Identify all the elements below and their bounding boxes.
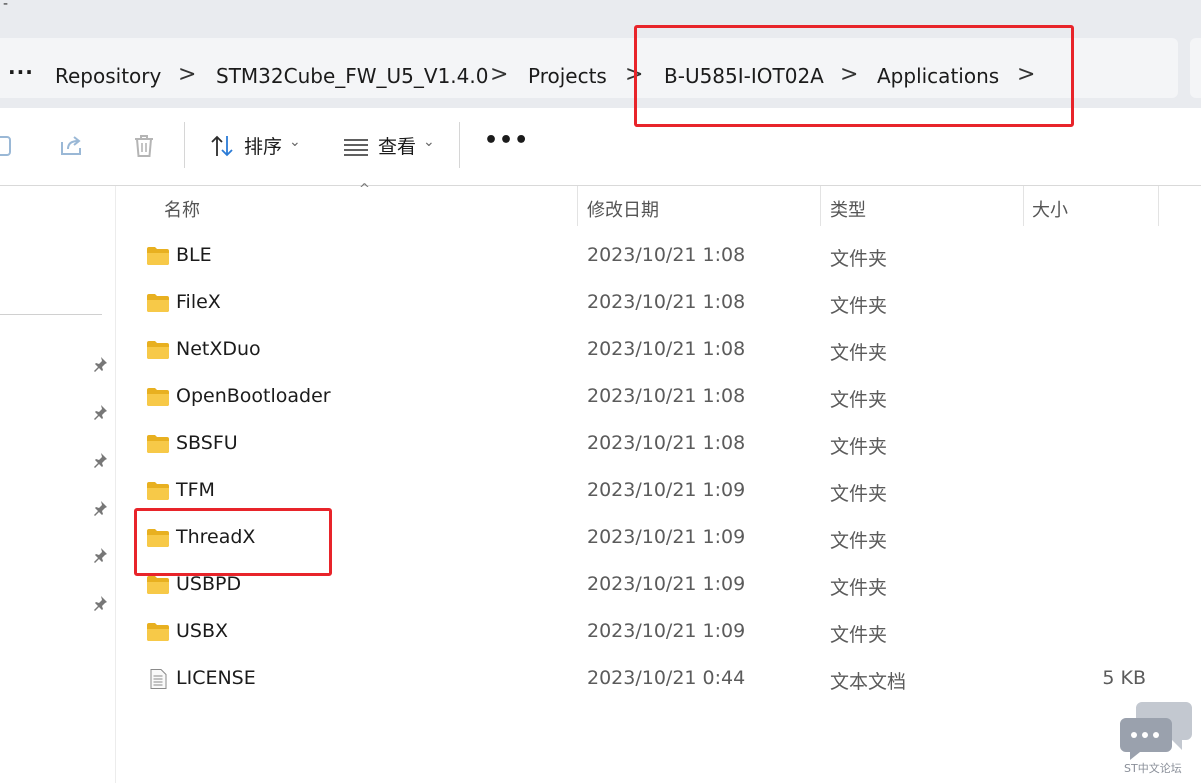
file-type: 文件夹 <box>830 624 888 646</box>
text-file-icon <box>150 669 167 689</box>
nav-divider <box>0 314 102 315</box>
file-name[interactable]: LICENSE <box>176 667 256 689</box>
folder-icon <box>147 435 169 453</box>
column-name[interactable]: 名称 <box>164 196 200 222</box>
column-date-modified[interactable]: 修改日期 <box>587 196 659 222</box>
title-bar: - <box>0 0 1201 28</box>
file-row[interactable]: LICENSE 2023/10/21 0:44 文本文档 5 KB <box>140 657 1160 701</box>
file-date-modified: 2023/10/21 0:44 <box>587 667 746 689</box>
column-divider[interactable] <box>1023 186 1024 226</box>
file-name[interactable]: SBSFU <box>176 432 238 454</box>
watermark-logo: ST中文论坛 <box>1118 698 1198 778</box>
file-date-modified: 2023/10/21 1:09 <box>587 479 746 501</box>
toolbar-divider <box>459 122 460 168</box>
file-date-modified: 2023/10/21 1:08 <box>587 338 746 360</box>
sort-ascending-icon: ^ <box>359 182 370 197</box>
breadcrumb-more-button[interactable]: ··· <box>8 60 34 84</box>
file-row[interactable]: FileX 2023/10/21 1:08 文件夹 <box>140 281 1160 325</box>
sort-button[interactable]: 排序 <box>244 132 282 159</box>
file-name[interactable]: BLE <box>176 244 212 266</box>
pin-icon[interactable] <box>92 500 108 516</box>
folder-icon <box>147 623 169 641</box>
toolbar-divider <box>184 122 185 168</box>
file-name[interactable]: USBX <box>176 620 228 642</box>
chevron-right-icon[interactable]: > <box>178 62 196 87</box>
file-size: 5 KB <box>1102 667 1146 689</box>
watermark-text: ST中文论坛 <box>1124 762 1182 775</box>
file-row[interactable]: BLE 2023/10/21 1:08 文件夹 <box>140 234 1160 278</box>
sort-icon[interactable] <box>208 132 236 160</box>
file-type: 文件夹 <box>830 389 888 411</box>
share-icon[interactable] <box>58 132 86 160</box>
file-row[interactable]: OpenBootloader 2023/10/21 1:08 文件夹 <box>140 375 1160 419</box>
partial-icon[interactable] <box>0 132 20 160</box>
column-size[interactable]: 大小 <box>1032 196 1068 222</box>
folder-icon <box>147 482 169 500</box>
file-row[interactable]: USBX 2023/10/21 1:09 文件夹 <box>140 610 1160 654</box>
pin-icon[interactable] <box>92 595 108 611</box>
file-name[interactable]: TFM <box>176 479 215 501</box>
column-divider[interactable] <box>577 186 578 226</box>
navigation-pane[interactable] <box>0 186 116 783</box>
file-name[interactable]: USBPD <box>176 573 241 595</box>
title-dash: - <box>3 0 9 12</box>
file-type: 文本文档 <box>830 671 907 693</box>
more-options-button[interactable]: ••• <box>484 128 529 153</box>
column-type[interactable]: 类型 <box>830 196 866 222</box>
file-type: 文件夹 <box>830 295 888 317</box>
highlight-box-breadcrumb <box>634 25 1074 127</box>
file-name[interactable]: FileX <box>176 291 221 313</box>
breadcrumb-item-stm32cube[interactable]: STM32Cube_FW_U5_V1.4.0 <box>216 64 488 88</box>
file-date-modified: 2023/10/21 1:09 <box>587 526 746 548</box>
file-type: 文件夹 <box>830 342 888 364</box>
breadcrumb-item-repository[interactable]: Repository <box>55 64 161 88</box>
file-date-modified: 2023/10/21 1:09 <box>587 620 746 642</box>
breadcrumb-item-projects[interactable]: Projects <box>528 64 607 88</box>
file-type: 文件夹 <box>830 483 888 505</box>
pin-icon[interactable] <box>92 404 108 420</box>
file-type: 文件夹 <box>830 530 888 552</box>
folder-icon <box>147 247 169 265</box>
folder-icon <box>147 576 169 594</box>
file-date-modified: 2023/10/21 1:08 <box>587 385 746 407</box>
file-name[interactable]: OpenBootloader <box>176 385 331 407</box>
file-type: 文件夹 <box>830 436 888 458</box>
file-date-modified: 2023/10/21 1:08 <box>587 432 746 454</box>
chat-bubbles-icon <box>1120 702 1192 760</box>
column-header: ^ 名称 修改日期 类型 大小 <box>116 182 1201 228</box>
file-row[interactable]: SBSFU 2023/10/21 1:08 文件夹 <box>140 422 1160 466</box>
highlight-box-threadx <box>134 508 332 576</box>
pin-icon[interactable] <box>92 452 108 468</box>
folder-icon <box>147 388 169 406</box>
file-row[interactable]: TFM 2023/10/21 1:09 文件夹 <box>140 469 1160 513</box>
view-icon[interactable] <box>342 132 370 160</box>
pin-icon[interactable] <box>92 547 108 563</box>
file-row[interactable]: NetXDuo 2023/10/21 1:08 文件夹 <box>140 328 1160 372</box>
file-type: 文件夹 <box>830 248 888 270</box>
column-divider[interactable] <box>1158 186 1159 226</box>
file-type: 文件夹 <box>830 577 888 599</box>
folder-icon <box>147 294 169 312</box>
file-date-modified: 2023/10/21 1:08 <box>587 244 746 266</box>
file-name[interactable]: NetXDuo <box>176 338 261 360</box>
file-date-modified: 2023/10/21 1:08 <box>587 291 746 313</box>
pin-icon[interactable] <box>92 356 108 372</box>
column-divider[interactable] <box>820 186 821 226</box>
chevron-down-icon[interactable]: ⌄ <box>289 134 301 150</box>
folder-icon <box>147 341 169 359</box>
view-button[interactable]: 查看 <box>378 132 416 159</box>
delete-icon[interactable] <box>130 132 158 160</box>
chevron-right-icon[interactable]: > <box>490 62 508 87</box>
search-box-edge[interactable] <box>1190 38 1201 98</box>
file-date-modified: 2023/10/21 1:09 <box>587 573 746 595</box>
chevron-down-icon[interactable]: ⌄ <box>423 134 435 150</box>
